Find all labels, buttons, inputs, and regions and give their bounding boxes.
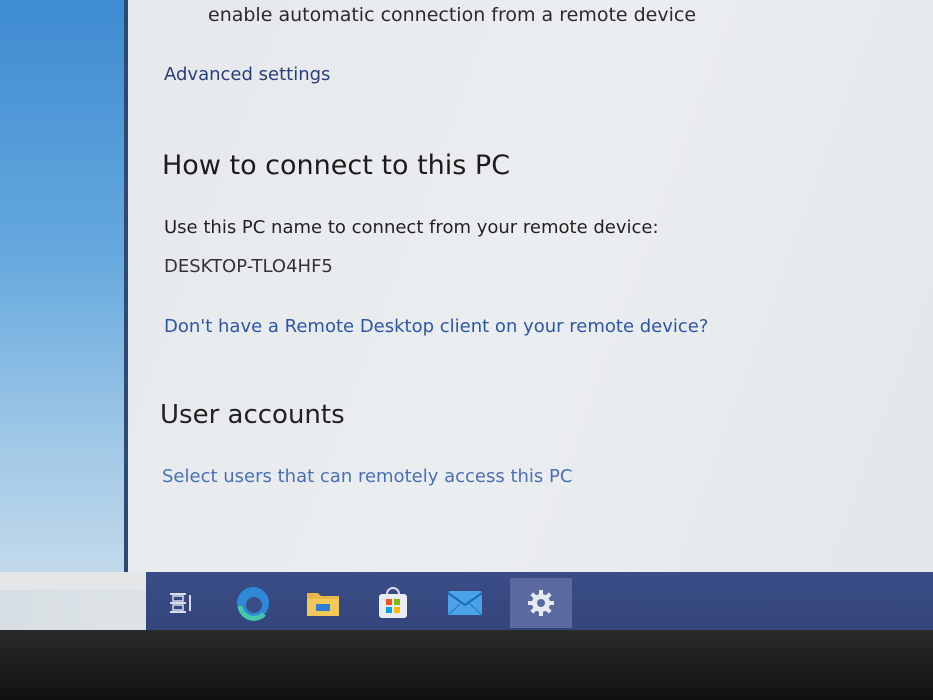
taskbar — [146, 572, 933, 630]
settings-window: enable automatic connection from a remot… — [124, 0, 933, 572]
monitor-bezel — [0, 630, 933, 700]
pc-name-value: DESKTOP-TLO4HF5 — [164, 256, 333, 277]
how-to-connect-heading: How to connect to this PC — [162, 150, 511, 181]
advanced-settings-link[interactable]: Advanced settings — [164, 64, 330, 85]
desktop-background — [0, 0, 124, 572]
pc-name-instruction: Use this PC name to connect from your re… — [164, 217, 659, 238]
file-explorer-icon — [307, 593, 339, 616]
auto-connection-text: enable automatic connection from a remot… — [208, 4, 697, 26]
settings-button[interactable] — [510, 578, 572, 628]
edge-button[interactable] — [228, 578, 278, 628]
select-users-link[interactable]: Select users that can remotely access th… — [162, 466, 572, 487]
mail-icon — [447, 591, 483, 616]
file-explorer-button[interactable] — [298, 578, 348, 628]
remote-client-link[interactable]: Don't have a Remote Desktop client on yo… — [164, 316, 708, 337]
settings-gear-icon — [528, 590, 554, 616]
edge-browser-icon — [237, 587, 269, 621]
mail-button[interactable] — [440, 578, 490, 628]
user-accounts-heading: User accounts — [160, 400, 345, 430]
microsoft-store-icon — [379, 587, 407, 618]
screen: enable automatic connection from a remot… — [0, 0, 933, 630]
task-view-icon — [170, 593, 191, 613]
task-view-button[interactable] — [156, 578, 206, 628]
store-button[interactable] — [368, 578, 418, 628]
